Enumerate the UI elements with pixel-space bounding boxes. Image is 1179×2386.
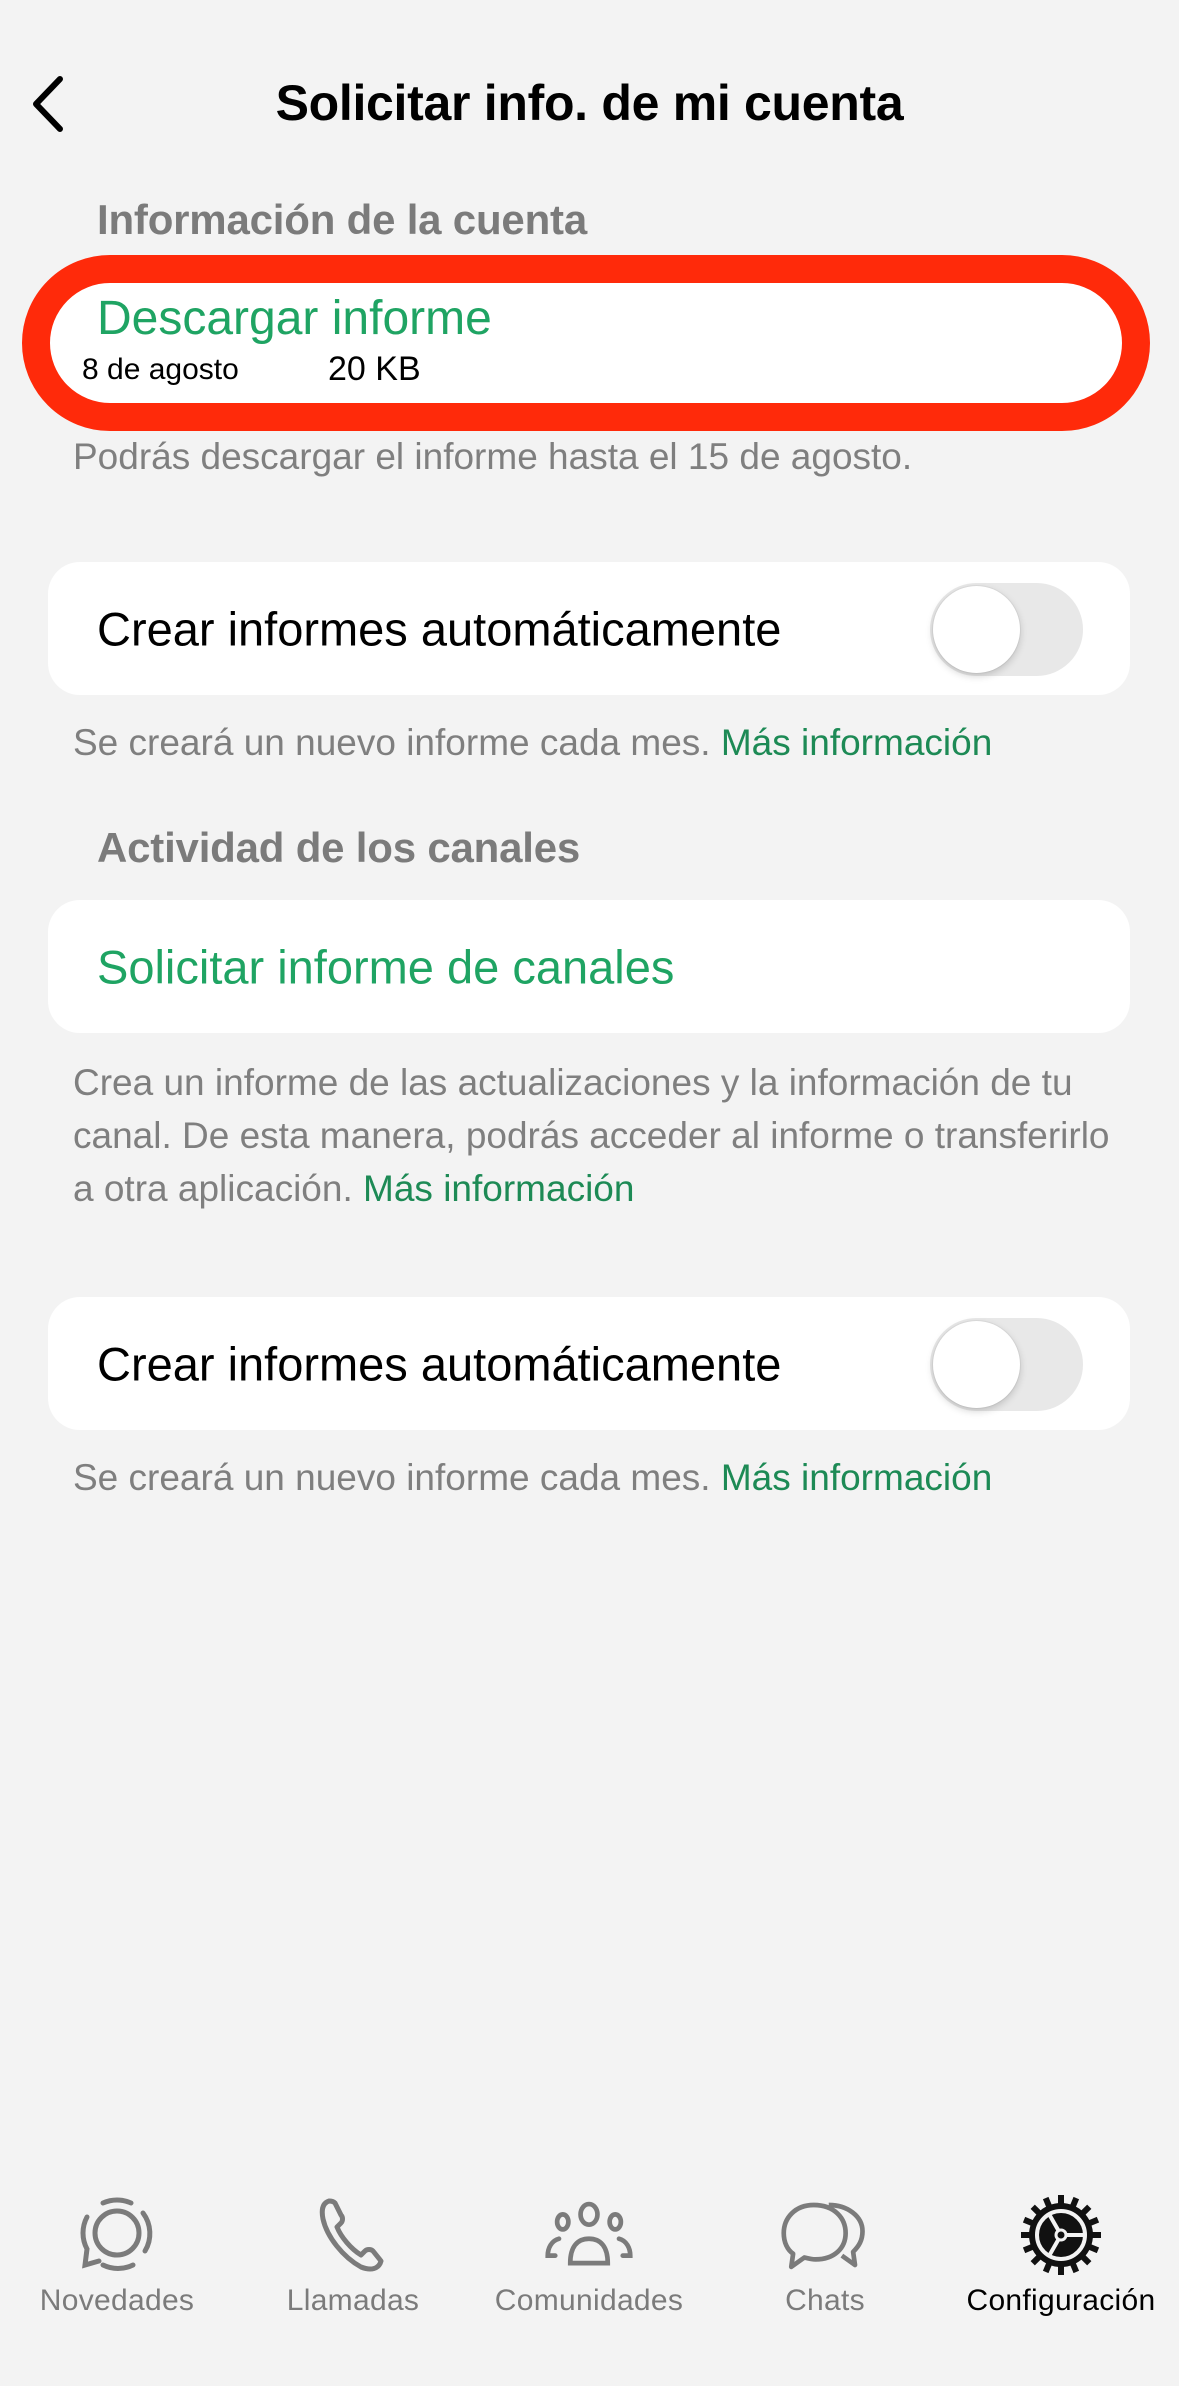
tab-label: Comunidades (494, 2284, 684, 2317)
report-size: 20 KB (328, 350, 421, 388)
auto-reports-channels-note-text: Se creará un nuevo informe cada mes. (73, 1457, 721, 1498)
settings-gear-icon (1016, 2190, 1106, 2280)
updates-icon (72, 2190, 162, 2280)
download-expiry-note: Podrás descargar el informe hasta el 15 … (73, 436, 913, 477)
channels-report-note: Crea un informe de las actualizaciones y… (73, 1056, 1123, 1215)
more-info-link-channels-auto[interactable]: Más información (721, 1457, 992, 1498)
auto-reports-channels-note: Se creará un nuevo informe cada mes. Más… (73, 1451, 1123, 1504)
section-header-account: Información de la cuenta (97, 196, 587, 243)
auto-reports-channels-label: Crear informes automáticamente (97, 1337, 782, 1390)
phone-icon (308, 2190, 398, 2280)
auto-reports-channels-toggle[interactable] (930, 1318, 1083, 1411)
auto-reports-account-note-text: Se creará un nuevo informe cada mes. (73, 722, 721, 763)
chats-icon (780, 2190, 870, 2280)
tab-novedades[interactable]: Novedades (2, 2180, 232, 2320)
auto-reports-account-note: Se creará un nuevo informe cada mes. Más… (73, 716, 1123, 769)
request-channels-report-button[interactable]: Solicitar informe de canales (48, 900, 1130, 1033)
toggle-knob (933, 586, 1020, 673)
tab-bar: Novedades Llamadas Comunidades Chats Con… (0, 2180, 1179, 2320)
tab-label: Configuración (966, 2284, 1156, 2317)
page-title: Solicitar info. de mi cuenta (275, 75, 904, 131)
download-report-item[interactable]: Descargar informe 8 de agosto 20 KB (50, 283, 1122, 403)
auto-reports-account-label: Crear informes automáticamente (97, 602, 782, 655)
auto-reports-channels-row: Crear informes automáticamente (48, 1297, 1130, 1430)
download-report-label: Descargar informe (97, 292, 492, 345)
auto-reports-account-row: Crear informes automáticamente (48, 562, 1130, 695)
communities-icon (544, 2190, 634, 2280)
more-info-link-channels[interactable]: Más información (363, 1168, 634, 1209)
tab-comunidades[interactable]: Comunidades (474, 2180, 704, 2320)
tab-configuracion[interactable]: Configuración (946, 2180, 1176, 2320)
request-channels-report-label: Solicitar informe de canales (97, 940, 675, 993)
auto-reports-account-toggle[interactable] (930, 583, 1083, 676)
tab-label: Chats (785, 2284, 865, 2317)
tab-llamadas[interactable]: Llamadas (238, 2180, 468, 2320)
tab-chats[interactable]: Chats (710, 2180, 940, 2320)
tab-label: Llamadas (286, 2284, 420, 2317)
report-date: 8 de agosto (82, 353, 239, 386)
toggle-knob (933, 1321, 1020, 1408)
more-info-link-account[interactable]: Más información (721, 722, 992, 763)
tab-label: Novedades (39, 2284, 195, 2317)
section-header-channels: Actividad de los canales (97, 824, 581, 871)
